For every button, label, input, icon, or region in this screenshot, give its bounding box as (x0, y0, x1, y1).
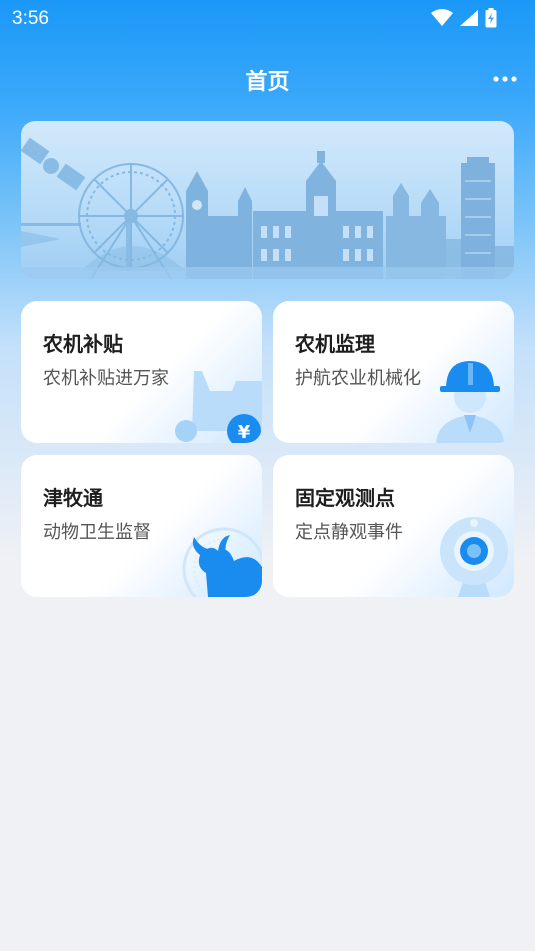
card-subtitle: 定点静观事件 (295, 522, 403, 543)
more-dots-icon (493, 76, 517, 82)
tractor-yen-icon: ¥ (175, 371, 262, 443)
page-title: 首页 (245, 70, 290, 95)
cell-signal-icon (460, 10, 478, 26)
status-bar: 3:56 (0, 0, 535, 38)
card-jin-mu-tong[interactable]: 津牧通 动物卫生监督 (21, 455, 262, 597)
card-fixed-observation-point[interactable]: 固定观测点 定点静观事件 (273, 455, 514, 597)
svg-text:¥: ¥ (238, 422, 251, 443)
skyscraper-icon (461, 157, 514, 279)
card-title: 津牧通 (43, 486, 103, 510)
card-subtitle: 动物卫生监督 (43, 522, 151, 543)
status-time: 3:56 (12, 8, 49, 29)
worker-helmet-icon (436, 361, 504, 443)
cow-icon (182, 527, 262, 597)
status-icons (431, 8, 497, 28)
clock-tower-icon (186, 171, 252, 279)
card-farm-machinery-subsidy[interactable]: 农机补贴 农机补贴进万家 ¥ (21, 301, 262, 443)
satellite-icon (21, 137, 86, 247)
card-title: 农机监理 (295, 332, 375, 356)
historic-building-icon (253, 151, 383, 279)
card-title: 农机补贴 (43, 332, 123, 356)
card-subtitle: 护航农业机械化 (295, 368, 421, 389)
top-nav-bar: 首页 (0, 56, 535, 102)
skyline-illustration (21, 137, 514, 279)
card-farm-machinery-supervision[interactable]: 农机监理 护航农业机械化 (273, 301, 514, 443)
more-options-button[interactable] (491, 68, 519, 90)
webcam-icon (440, 517, 508, 597)
card-title: 固定观测点 (295, 486, 395, 510)
city-skyline-banner[interactable] (21, 121, 514, 279)
battery-icon (485, 8, 497, 28)
wifi-icon (431, 9, 453, 26)
card-subtitle: 农机补贴进万家 (43, 368, 169, 389)
